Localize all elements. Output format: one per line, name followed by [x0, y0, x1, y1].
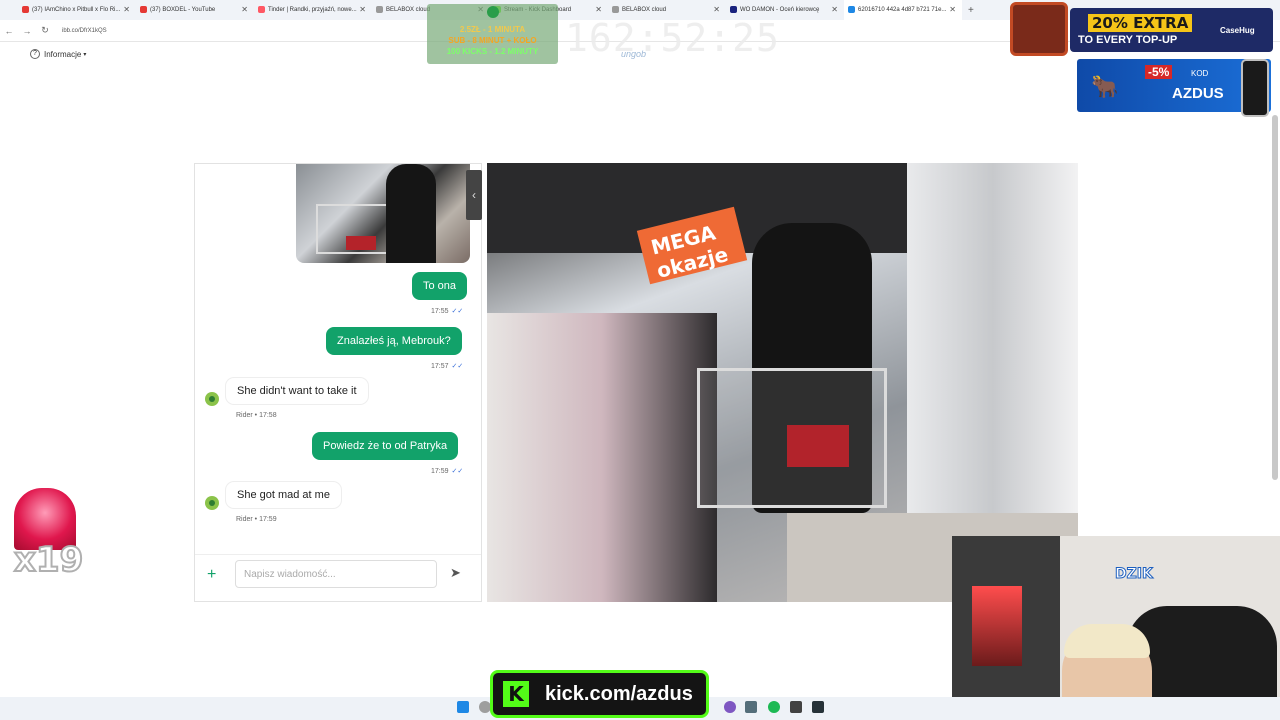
attach-plus-icon[interactable]: +: [207, 566, 216, 584]
close-tab-icon[interactable]: ✕: [595, 5, 602, 14]
sent-photo[interactable]: [296, 164, 470, 263]
timer-caption: ungob: [621, 49, 647, 59]
kick-icon: [487, 6, 499, 18]
kick-logo-icon: K: [503, 681, 529, 707]
close-tab-icon[interactable]: ✕: [713, 5, 720, 14]
tab-title: BELABOX cloud: [386, 7, 431, 13]
goal-line: SUB - 8 MINUT + KOŁO: [448, 36, 537, 45]
app-icon[interactable]: [724, 701, 736, 713]
read-ticks-icon: ✓✓: [451, 468, 464, 475]
tab-title: WO DAMON - Oceń kierowcę: [740, 7, 820, 13]
casehug-promo: 20% EXTRA TO EVERY TOP-UP CaseHug: [1070, 8, 1273, 52]
windows-start-icon[interactable]: [457, 701, 469, 713]
cart-basket: [787, 425, 849, 467]
close-tab-icon[interactable]: ✕: [241, 5, 248, 14]
close-tab-icon[interactable]: ✕: [831, 5, 838, 14]
kick-channel-banner: K kick.com/azdus: [490, 670, 709, 718]
send-icon[interactable]: ➤: [450, 565, 466, 581]
message-meta: 17:55 ✓✓: [431, 307, 463, 315]
energy-drink-can: [1241, 59, 1269, 117]
info-menu[interactable]: ? Informacje ▾: [30, 49, 86, 59]
close-tab-icon[interactable]: ✕: [359, 5, 366, 14]
message-outgoing: Powiedz że to od Patryka: [312, 432, 459, 460]
tab-title: (37) IAmChino x Pitbull x Flo Ri...: [32, 7, 121, 13]
app-icon[interactable]: [812, 701, 824, 713]
tab-title: 62016710 442a 4d87 b721 71e...: [858, 7, 947, 13]
close-tab-icon[interactable]: ✕: [949, 5, 956, 14]
youtube-icon: [22, 6, 29, 13]
read-ticks-icon: ✓✓: [451, 363, 464, 370]
chat-panel: ‹ To ona 17:55 ✓✓ Znalazłeś ją, Mebrouk? …: [194, 163, 482, 602]
message-meta: Rider • 17:58: [236, 412, 277, 419]
new-tab-icon[interactable]: +: [968, 5, 974, 16]
sponsor-logo: DZIK: [1115, 566, 1154, 583]
close-tab-icon[interactable]: ✕: [123, 5, 130, 14]
promo-code-label: KOD: [1191, 69, 1209, 78]
clothing-rack: [487, 313, 717, 602]
message-outgoing: Znalazłeś ją, Mebrouk?: [326, 327, 462, 355]
message-time: 17:55: [431, 308, 449, 315]
browser-tab[interactable]: (37) IAmChino x Pitbull x Flo Ri... ✕: [18, 0, 136, 20]
browser-tab-active[interactable]: 62016710 442a 4d87 b721 71e... ✕: [844, 0, 962, 20]
treasure-chest-icon: [1010, 2, 1068, 56]
goals-widget: 2.5ZŁ - 1 MINUTA SUB - 8 MINUT + KOŁO 10…: [427, 4, 558, 64]
forward-icon[interactable]: →: [18, 26, 36, 36]
promo-discount: -5%: [1145, 65, 1173, 79]
promo-subtitle: TO EVERY TOP-UP: [1078, 34, 1178, 46]
message-input[interactable]: [235, 560, 437, 588]
app-icon[interactable]: [745, 701, 757, 713]
terminal-icon[interactable]: [790, 701, 802, 713]
alert-multiplier: x19: [13, 539, 84, 581]
message-meta: 17:57 ✓✓: [431, 362, 463, 370]
globe-icon: [376, 6, 383, 13]
tab-title: Tinder | Randki, przyjaźń, nowe...: [268, 7, 357, 13]
kick-url: kick.com/azdus: [545, 682, 693, 705]
page-scrollbar[interactable]: [1272, 115, 1278, 480]
promo-brand: CaseHug: [1220, 26, 1255, 35]
streamer-hair: [1064, 624, 1150, 658]
promo-code: AZDUS: [1172, 85, 1224, 102]
webcam-feed: DZIK: [952, 536, 1280, 720]
message-meta: Rider • 17:59: [236, 516, 277, 523]
browser-tab[interactable]: (37) BOXDEL - YouTube ✕: [136, 0, 254, 20]
dropdown-arrow-icon: ▾: [83, 51, 87, 58]
cart-basket: [346, 236, 376, 250]
browser-tab[interactable]: Tinder | Randki, przyjaźń, nowe... ✕: [254, 0, 372, 20]
rider-avatar: [205, 496, 219, 510]
info-label: Informacje: [44, 49, 82, 59]
message-incoming: She got mad at me: [226, 482, 341, 508]
bolt-icon: [730, 6, 737, 13]
info-icon: ?: [30, 49, 40, 59]
subathon-timer: 162:52:25: [565, 16, 780, 60]
spotify-icon[interactable]: [768, 701, 780, 713]
message-time: 17:57: [431, 363, 449, 370]
message-outgoing: To ona: [412, 272, 468, 300]
tab-title: (37) BOXDEL - YouTube: [150, 7, 216, 13]
message-time: 17:59: [431, 468, 449, 475]
globe-icon: [612, 6, 619, 13]
message-meta: 17:59 ✓✓: [431, 467, 463, 475]
collapse-panel-button[interactable]: ‹: [466, 170, 482, 220]
person-figure: [386, 164, 436, 263]
tab-title: BELABOX cloud: [622, 7, 667, 13]
pc-case: [972, 586, 1022, 666]
goal-line: 100 KICKS - 1.2 MINUTY: [446, 47, 539, 56]
rider-avatar: [205, 392, 219, 406]
reload-icon[interactable]: ↻: [36, 25, 54, 36]
url-field[interactable]: ibb.co/DfrX1kQS: [62, 28, 107, 34]
discount-code-promo: 🐂 -5% KOD AZDUS: [1077, 59, 1271, 117]
read-ticks-icon: ✓✓: [451, 308, 464, 315]
message-incoming: She didn't want to take it: [226, 378, 368, 404]
promo-highlight: 20% EXTRA: [1088, 14, 1193, 32]
youtube-icon: [140, 6, 147, 13]
goal-line: 2.5ZŁ - 1 MINUTA: [459, 25, 526, 34]
message-composer: + ➤: [195, 554, 481, 602]
bull-icon: 🐂: [1091, 74, 1119, 99]
image-icon: [848, 6, 855, 13]
back-icon[interactable]: ←: [0, 26, 18, 36]
tinder-icon: [258, 6, 265, 13]
